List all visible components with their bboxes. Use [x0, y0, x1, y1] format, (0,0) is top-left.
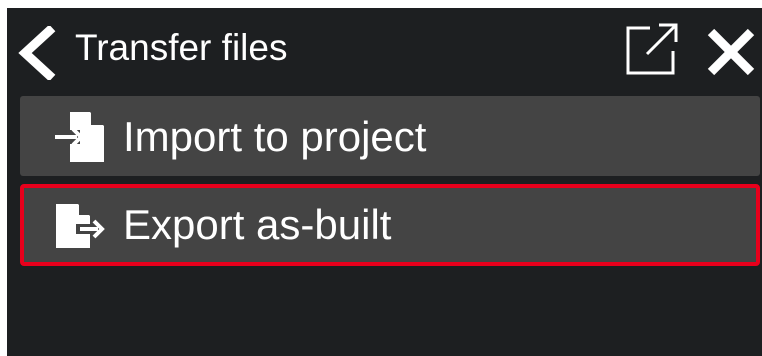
external-link-icon[interactable] [623, 20, 681, 78]
file-import-icon [55, 112, 104, 162]
transfer-files-dialog: Transfer files Import to project Export … [7, 8, 762, 356]
close-icon[interactable] [705, 26, 757, 78]
header: Transfer files [7, 8, 762, 90]
menu-item-label: Export as-built [123, 201, 392, 248]
chevron-left-icon[interactable] [15, 26, 57, 80]
page-title: Transfer files [75, 27, 288, 68]
menu-item-label: Import to project [123, 113, 427, 160]
import-to-project-button[interactable]: Import to project [20, 96, 760, 176]
export-as-built-button[interactable]: Export as-built [20, 184, 760, 266]
file-export-icon [56, 204, 105, 248]
